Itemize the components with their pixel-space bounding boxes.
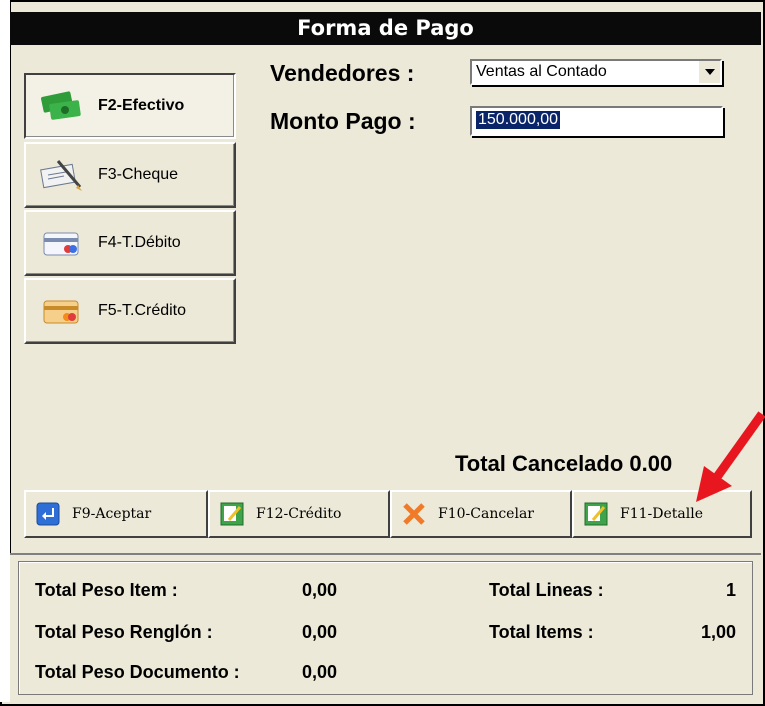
vendedores-label: Vendedores :: [270, 60, 415, 86]
lineas-value: 1: [725, 580, 736, 600]
credit-card-icon: [40, 293, 84, 329]
annotation-arrow: [696, 411, 765, 502]
debit-card-button-label: F4-T.Débito: [98, 234, 181, 251]
cheque-button-label: F3-Cheque: [98, 166, 179, 183]
close-icon: [402, 502, 426, 526]
monto-value: 150.000,00: [476, 111, 561, 129]
detalle-label: F11-Detalle: [620, 506, 703, 522]
totals-panel: Total Peso Item : 0,00 Total Peso Rengló…: [10, 553, 761, 704]
credit-card-button-label: F5-T.Crédito: [98, 302, 187, 319]
edit-icon: [584, 502, 608, 526]
cash-button-label: F2-Efectivo: [98, 97, 185, 114]
monto-input[interactable]: 150.000,00: [470, 106, 723, 136]
cheque-icon: [40, 157, 84, 193]
cash-button[interactable]: F2-Efectivo: [24, 73, 236, 139]
edit-icon: [220, 502, 244, 526]
cancelar-label: F10-Cancelar: [438, 506, 534, 522]
credito-label: F12-Crédito: [256, 506, 342, 522]
items-label: Total Items :: [489, 622, 594, 642]
totals-box: Total Peso Item : 0,00 Total Peso Rengló…: [18, 561, 753, 695]
monto-label: Monto Pago :: [270, 108, 416, 134]
peso-renglon-value: 0,00: [302, 622, 338, 642]
vendedores-select[interactable]: Ventas al Contado: [470, 59, 722, 85]
cash-icon: [40, 88, 84, 124]
total-cancelado: Total Cancelado 0.00: [455, 451, 673, 476]
lineas-label: Total Lineas :: [489, 580, 604, 600]
credito-button[interactable]: F12-Crédito: [208, 490, 390, 538]
cancelar-button[interactable]: F10-Cancelar: [390, 490, 572, 538]
aceptar-button[interactable]: F9-Aceptar: [24, 490, 208, 538]
debit-card-icon: [40, 225, 84, 261]
action-toolbar: F9-Aceptar F12-Crédito F10-Cancelar F11-…: [24, 490, 752, 540]
cheque-button[interactable]: F3-Cheque: [24, 142, 236, 208]
chevron-down-icon[interactable]: [698, 61, 720, 83]
items-value: 1,00: [700, 622, 736, 642]
peso-item-label: Total Peso Item :: [35, 580, 178, 600]
peso-documento-label: Total Peso Documento :: [35, 662, 240, 682]
peso-item-value: 0,00: [302, 580, 338, 600]
enter-icon: [36, 502, 60, 526]
vendedores-value: Ventas al Contado: [476, 63, 607, 80]
peso-documento-value: 0,00: [302, 662, 338, 682]
dialog-title: Forma de Pago: [10, 12, 761, 45]
aceptar-label: F9-Aceptar: [72, 506, 152, 522]
debit-card-button[interactable]: F4-T.Débito: [24, 210, 236, 276]
credit-card-button[interactable]: F5-T.Crédito: [24, 278, 236, 344]
peso-renglon-label: Total Peso Renglón :: [35, 622, 213, 642]
